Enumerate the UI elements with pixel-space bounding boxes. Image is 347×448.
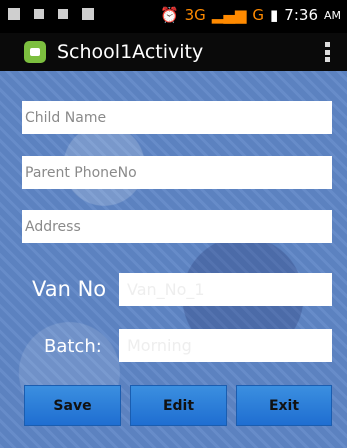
signal-icon: ▂▄▆: [211, 6, 247, 24]
alarm-icon: ⏰: [159, 6, 179, 24]
network-type: 3G: [184, 6, 206, 24]
notification-icon: [82, 8, 94, 20]
android-app-icon: [24, 41, 46, 63]
form-container: Child Name Parent PhoneNo Address Van No…: [0, 71, 347, 448]
van-no-field[interactable]: Van_No_1: [119, 273, 332, 306]
clock-ampm: AM: [323, 8, 341, 22]
message-icon: [8, 8, 20, 20]
status-left-icons: [8, 8, 94, 20]
address-field[interactable]: Address: [22, 210, 332, 243]
exit-button[interactable]: Exit: [236, 385, 332, 426]
overflow-menu-icon[interactable]: [325, 42, 331, 62]
save-button[interactable]: Save: [24, 385, 121, 426]
lock-icon: [58, 9, 68, 19]
usb-icon: [34, 9, 44, 19]
action-bar: School1Activity: [0, 33, 347, 71]
clock: 7:36: [284, 6, 318, 24]
van-no-label: Van No: [32, 277, 107, 301]
network-signal: G: [252, 6, 265, 24]
parent-phone-field[interactable]: Parent PhoneNo: [22, 156, 332, 189]
batch-label: Batch:: [44, 336, 102, 357]
battery-icon: ▮: [270, 6, 279, 24]
edit-button[interactable]: Edit: [130, 385, 227, 426]
child-name-field[interactable]: Child Name: [22, 101, 332, 134]
status-right: ⏰ 3G ▂▄▆ G ▮ 7:36 AM: [160, 6, 341, 24]
batch-field[interactable]: Morning: [119, 329, 332, 362]
status-bar: ⏰ 3G ▂▄▆ G ▮ 7:36 AM: [0, 0, 347, 33]
app-title: School1Activity: [57, 41, 204, 63]
